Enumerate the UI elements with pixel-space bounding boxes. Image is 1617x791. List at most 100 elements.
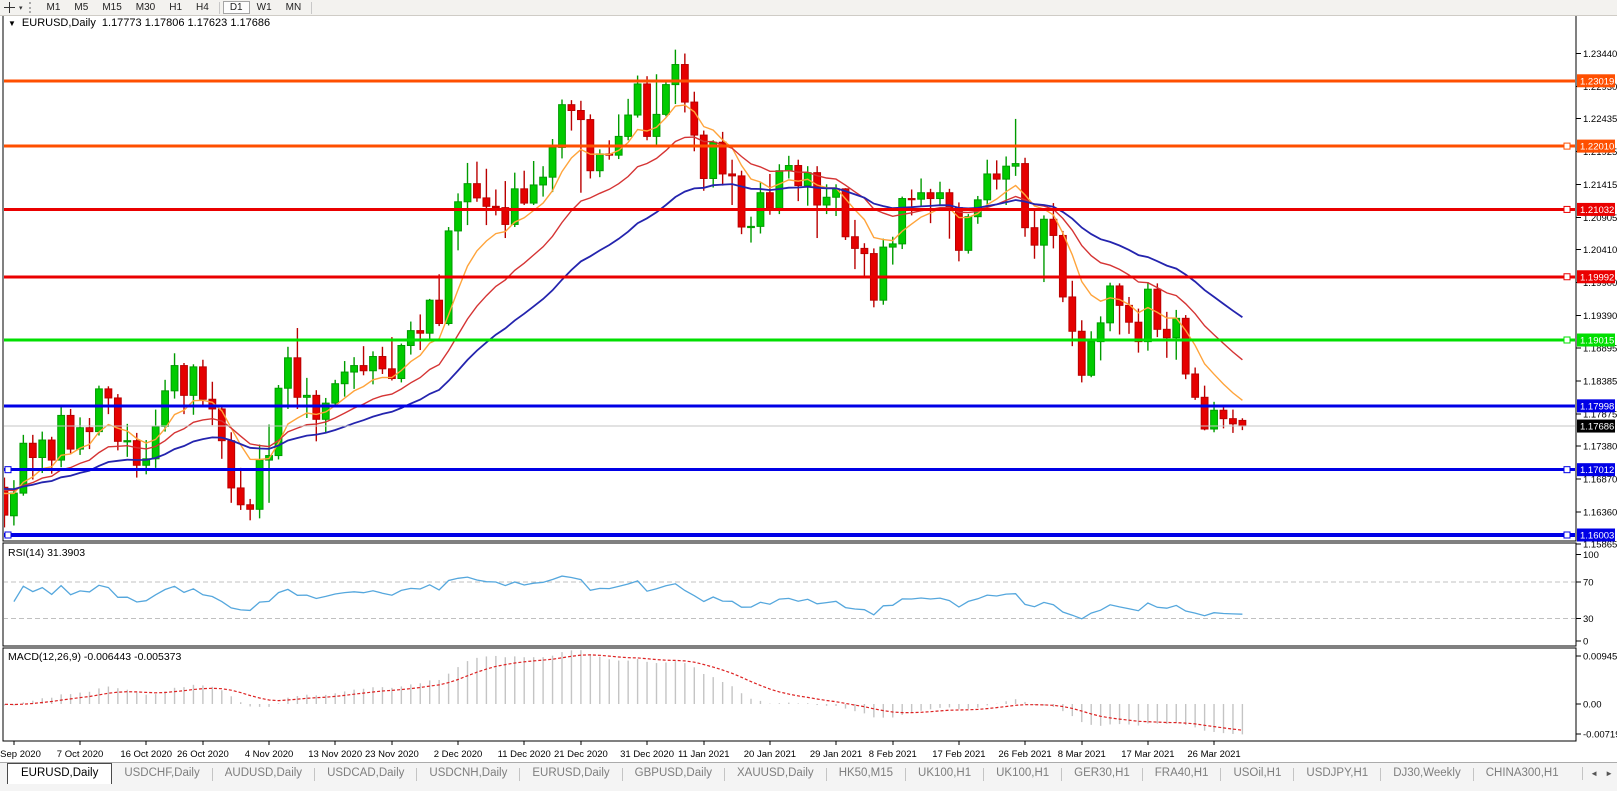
hline-marker[interactable]: [1564, 143, 1570, 149]
hline-marker[interactable]: [1564, 274, 1570, 280]
price-level-badge-text: 1.17012: [1580, 465, 1614, 476]
candle-body: [379, 357, 386, 369]
timeframe-button-m5[interactable]: M5: [67, 1, 95, 14]
candle-body: [58, 415, 65, 460]
candle-body: [738, 176, 745, 227]
timeframe-button-h1[interactable]: H1: [162, 1, 189, 14]
timeframe-button-m15[interactable]: M15: [95, 1, 128, 14]
symbol-tab-bar: EURUSD,DailyUSDCHF,DailyAUDUSD,DailyUSDC…: [0, 762, 1617, 791]
candle-body: [474, 184, 481, 198]
candle-body: [1163, 329, 1170, 337]
chart-canvas[interactable]: 1.234401.229301.224351.219251.214151.209…: [0, 0, 1617, 791]
candle-body: [398, 346, 405, 379]
candle-body: [1145, 289, 1152, 341]
symbol-tab-hk50-8[interactable]: HK50,M15: [827, 763, 905, 782]
candle-body: [521, 189, 528, 203]
price-axis-label: 1.17380: [1583, 441, 1617, 452]
candle-body: [1154, 289, 1161, 329]
chart-ohlc-values: 1.17773 1.17806 1.17623 1.17686: [102, 17, 270, 29]
symbol-tab-usdcnh-4[interactable]: USDCNH,Daily: [417, 763, 519, 782]
date-axis-label: 26 Mar 2021: [1187, 749, 1240, 760]
hline-marker[interactable]: [1564, 467, 1570, 473]
tab-scroll-right-icon[interactable]: ►: [1605, 769, 1613, 778]
candle-body: [417, 331, 424, 334]
symbol-tab-china300-16[interactable]: CHINA300,H1: [1474, 763, 1571, 782]
candle-body: [767, 193, 774, 209]
hline-marker[interactable]: [1564, 532, 1570, 538]
price-level-badge-text: 1.17998: [1580, 401, 1614, 412]
candle-body: [124, 441, 131, 442]
symbol-tab-xauusd-7[interactable]: XAUUSD,Daily: [725, 763, 826, 782]
symbol-tab-eurusd-0[interactable]: EURUSD,Daily: [7, 763, 112, 784]
candle-body: [77, 428, 84, 449]
candle-body: [880, 247, 887, 300]
hline-marker[interactable]: [5, 532, 11, 538]
candle-body: [899, 199, 906, 244]
symbol-tab-audusd-2[interactable]: AUDUSD,Daily: [213, 763, 314, 782]
timeframe-button-h4[interactable]: H4: [189, 1, 216, 14]
chart-dropdown-icon[interactable]: ▼: [8, 19, 16, 28]
candle-body: [1239, 420, 1246, 426]
toolbar-divider: [219, 2, 220, 14]
candle-body: [823, 197, 830, 205]
symbol-tab-usdcad-3[interactable]: USDCAD,Daily: [315, 763, 416, 782]
symbol-tab-gbpusd-6[interactable]: GBPUSD,Daily: [623, 763, 724, 782]
candle-body: [181, 366, 188, 396]
timeframe-button-d1[interactable]: D1: [223, 1, 250, 14]
crosshair-cursor-icon[interactable]: [3, 2, 17, 14]
symbol-tab-uk100-10[interactable]: UK100,H1: [984, 763, 1061, 782]
candle-body: [11, 493, 18, 516]
timeframe-button-m1[interactable]: M1: [40, 1, 68, 14]
symbol-tab-fra40-12[interactable]: FRA40,H1: [1143, 763, 1221, 782]
date-axis-label: 11 Jan 2021: [678, 749, 730, 760]
rsi-axis-label: 100: [1583, 550, 1599, 561]
candle-body: [351, 366, 358, 372]
timeframe-toolbar: ▾ M1M5M15M30H1H4 D1W1MN: [0, 0, 1617, 16]
candle-body: [1031, 228, 1038, 245]
cursor-dropdown-icon[interactable]: ▾: [19, 4, 23, 12]
symbol-tab-usoil-13[interactable]: USOil,H1: [1221, 763, 1293, 782]
timeframe-button-mn[interactable]: MN: [279, 1, 309, 14]
price-axis-label: 1.20410: [1583, 245, 1617, 256]
tab-scroll-left-icon[interactable]: ◄: [1590, 769, 1598, 778]
timeframe-button-w1[interactable]: W1: [250, 1, 279, 14]
price-axis-label: 1.16360: [1583, 507, 1617, 518]
candle-body: [483, 198, 490, 206]
candle-body: [568, 105, 575, 111]
candle-body: [1050, 219, 1057, 235]
candle-body: [86, 428, 93, 432]
symbol-tab-ger30-11[interactable]: GER30,H1: [1062, 763, 1142, 782]
rsi-axis-label: 30: [1583, 614, 1594, 625]
date-axis-label: 26 Oct 2020: [177, 749, 229, 760]
candle-body: [908, 199, 915, 200]
candle-body: [937, 193, 944, 199]
candle-body: [237, 488, 244, 505]
rsi-panel-frame: [3, 543, 1576, 646]
candle-body: [1059, 235, 1066, 297]
rsi-axis-label: 0: [1583, 637, 1588, 648]
candle-body: [681, 65, 688, 103]
candle-body: [1107, 286, 1114, 323]
candle-body: [1126, 305, 1133, 322]
candle-body: [956, 208, 963, 251]
candle-body: [105, 389, 112, 398]
hline-marker[interactable]: [5, 467, 11, 473]
candle-body: [625, 115, 632, 136]
symbol-tab-uk100-9[interactable]: UK100,H1: [906, 763, 983, 782]
candle-body: [1003, 166, 1010, 179]
candle-body: [927, 193, 934, 199]
symbol-tab-usdchf-1[interactable]: USDCHF,Daily: [112, 763, 211, 782]
symbol-tab-usdjpy-14[interactable]: USDJPY,H1: [1294, 763, 1380, 782]
timeframe-button-m30[interactable]: M30: [129, 1, 162, 14]
candle-body: [814, 173, 821, 205]
hline-marker[interactable]: [1564, 337, 1570, 343]
toolbar-grip[interactable]: [29, 2, 34, 13]
price-axis-label: 1.18385: [1583, 376, 1617, 387]
hline-marker[interactable]: [1564, 206, 1570, 212]
symbol-tab-eurusd-5[interactable]: EURUSD,Daily: [520, 763, 621, 782]
price-level-badge-text: 1.21032: [1580, 205, 1614, 216]
candle-body: [96, 389, 103, 432]
candle-body: [861, 248, 868, 253]
symbol-tab-dj30-15[interactable]: DJ30,Weekly: [1381, 763, 1473, 782]
rsi-indicator-label: RSI(14) 31.3903: [8, 547, 85, 559]
